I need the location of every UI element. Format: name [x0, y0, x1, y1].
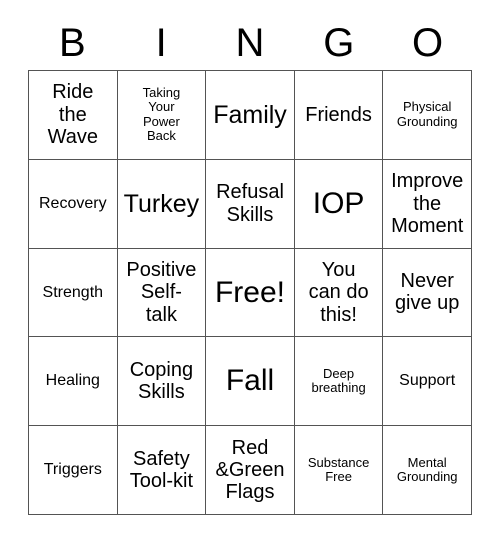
bingo-cell[interactable]: Mental Grounding — [383, 426, 472, 515]
bingo-cell-free[interactable]: Free! — [206, 248, 295, 338]
bingo-cell-label: Improve the Moment — [391, 170, 464, 237]
header-letter-b: B — [59, 21, 86, 65]
bingo-cell-label: Safety Tool-kit — [129, 447, 194, 493]
header-letter-n: N — [235, 21, 265, 65]
bingo-cell-label: Physical Grounding — [396, 99, 458, 129]
bingo-cell[interactable]: Coping Skills — [117, 337, 207, 427]
bingo-cell-label: Mental Grounding — [396, 454, 458, 485]
bingo-cell[interactable]: Red &Green Flags — [206, 426, 295, 515]
bingo-cell[interactable]: You can do this! — [294, 248, 384, 338]
bingo-cell[interactable]: Improve the Moment — [383, 159, 472, 249]
bingo-cell[interactable]: Support — [383, 337, 472, 427]
bingo-cell[interactable]: Family — [206, 71, 295, 160]
bingo-cell-label: Fall — [225, 364, 275, 398]
bingo-cell-label: Support — [399, 372, 456, 390]
bingo-cell[interactable]: Turkey — [117, 159, 207, 249]
bingo-cell-label: Taking Your Power Back — [142, 84, 181, 144]
header-letter-g: G — [323, 21, 355, 65]
bingo-cell-label: Positive Self- talk — [126, 258, 197, 326]
bingo-header: B I N G O — [28, 18, 472, 68]
bingo-cell[interactable]: Triggers — [29, 426, 118, 515]
bingo-cell[interactable]: Never give up — [383, 248, 472, 338]
bingo-cell[interactable]: Friends — [294, 71, 384, 160]
bingo-cell-label: Strength — [42, 283, 104, 301]
bingo-cell[interactable]: Deep breathing — [294, 337, 384, 427]
bingo-cell-label: You can do this! — [308, 258, 369, 326]
bingo-cell-label: Turkey — [123, 189, 200, 218]
bingo-cell[interactable]: Strength — [29, 248, 118, 338]
bingo-card: B I N G O Ride the Wave Taking Your Power… — [0, 0, 500, 544]
bingo-cell[interactable]: Substance Free — [294, 426, 384, 515]
bingo-cell-label: Never give up — [394, 270, 460, 315]
bingo-cell[interactable]: Physical Grounding — [383, 71, 472, 160]
bingo-cell-label: Deep breathing — [311, 365, 366, 396]
bingo-cell-label: Recovery — [39, 194, 107, 212]
bingo-cell-label: Healing — [45, 372, 100, 390]
header-letter-i: I — [155, 21, 167, 65]
bingo-cell[interactable]: Ride the Wave — [29, 71, 118, 160]
bingo-cell-label: Family — [213, 100, 287, 129]
bingo-cell-label: Friends — [305, 103, 372, 126]
bingo-cell[interactable]: IOP — [294, 159, 384, 249]
bingo-cell-label: Triggers — [43, 461, 102, 479]
bingo-cell-label: IOP — [312, 186, 365, 220]
bingo-cell-label: Red &Green Flags — [215, 436, 285, 504]
bingo-grid: Ride the Wave Taking Your Power Back Famil… — [28, 70, 472, 515]
bingo-cell-label: Coping Skills — [129, 358, 194, 404]
bingo-cell[interactable]: Positive Self- talk — [117, 248, 207, 338]
bingo-cell[interactable]: Fall — [206, 337, 295, 427]
bingo-cell[interactable]: Refusal Skills — [206, 159, 295, 249]
bingo-cell-label: Free! — [214, 275, 285, 309]
bingo-cell[interactable]: Safety Tool-kit — [117, 426, 207, 515]
bingo-cell[interactable]: Recovery — [29, 159, 118, 249]
header-letter-o: O — [412, 21, 444, 65]
bingo-cell[interactable]: Taking Your Power Back — [117, 71, 207, 160]
bingo-cell-label: Refusal Skills — [216, 181, 284, 226]
bingo-cell[interactable]: Healing — [29, 337, 118, 427]
bingo-cell-label: Ride the Wave — [47, 81, 98, 149]
bingo-cell-label: Substance Free — [307, 454, 370, 485]
